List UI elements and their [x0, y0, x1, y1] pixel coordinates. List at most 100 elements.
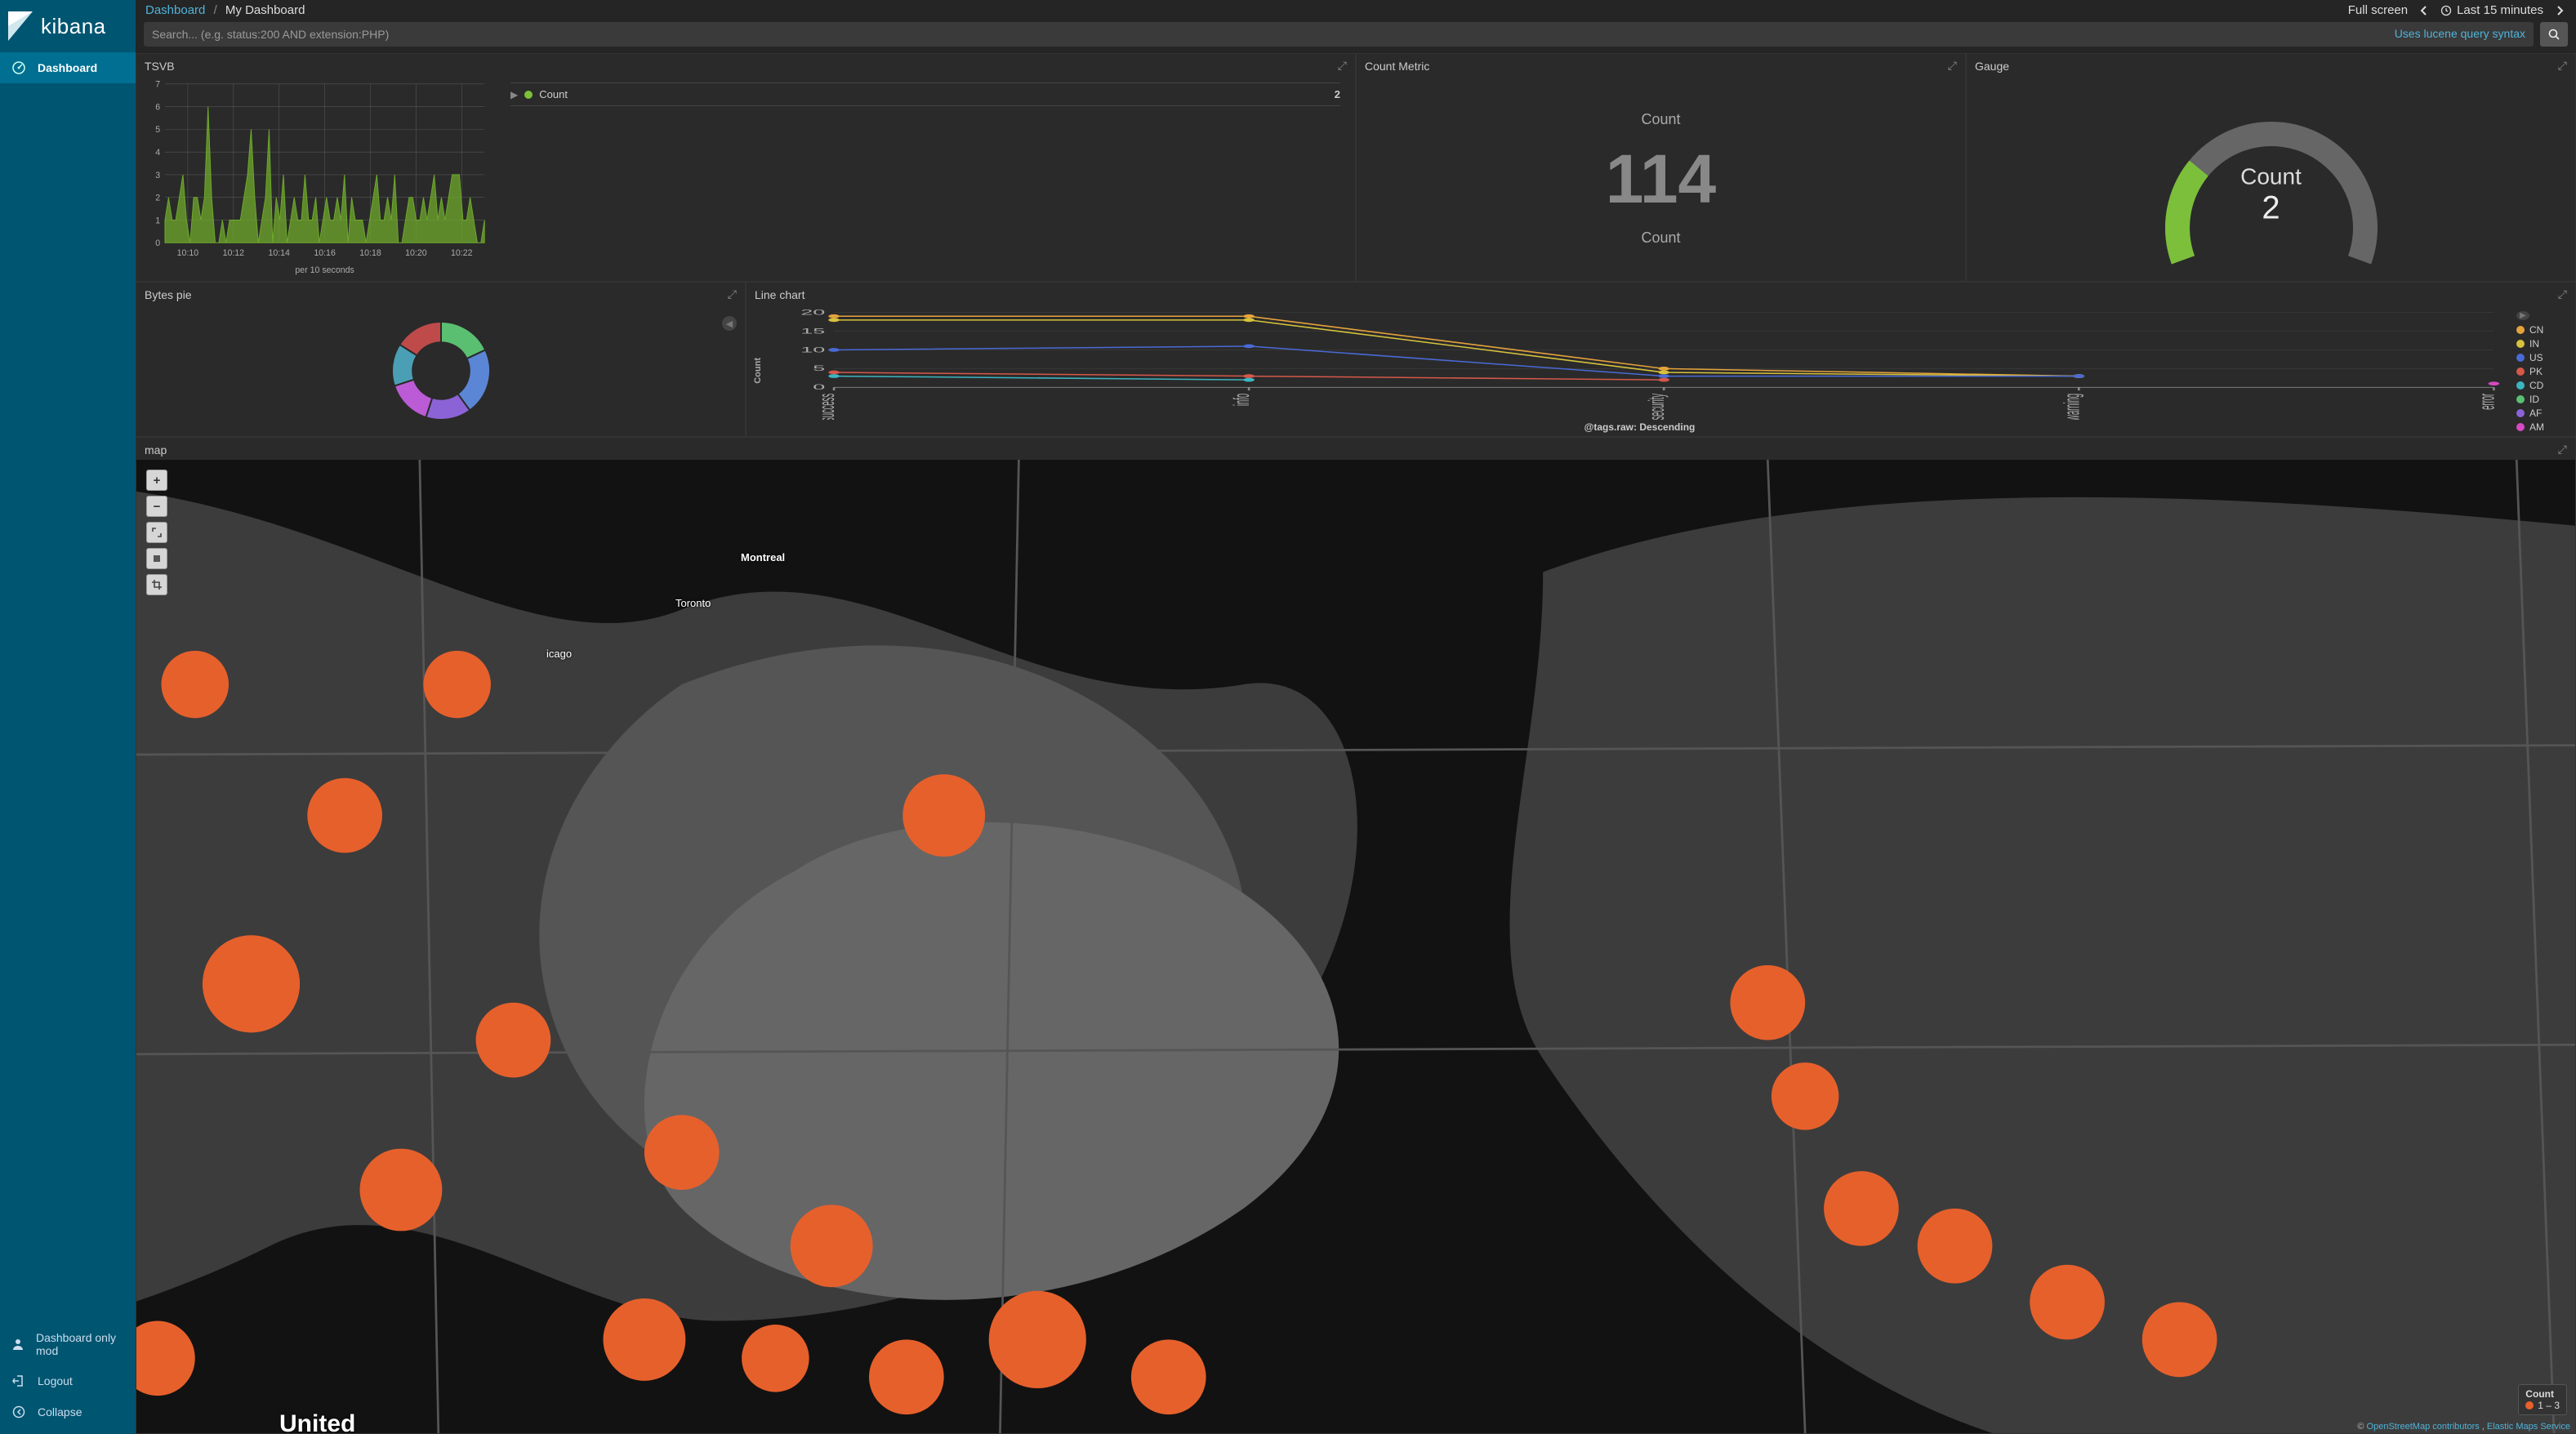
breadcrumb-current: My Dashboard — [225, 3, 305, 17]
osm-link[interactable]: OpenStreetMap contributors — [2367, 1422, 2480, 1432]
panel-title-text: TSVB — [145, 60, 175, 73]
panel-map: map ⤢ — [136, 437, 2576, 1434]
panel-tsvb: TSVB ⤢ 0123456710:1010:1210:1410:1610:18… — [136, 53, 1356, 282]
legend-value: 2 — [1335, 88, 1340, 100]
expand-icon[interactable]: ⤢ — [2558, 59, 2567, 73]
panel-title-text: Count Metric — [1365, 60, 1429, 73]
metric-label-top: Count — [1641, 111, 1680, 128]
nav-item-label: Collapse — [38, 1405, 82, 1418]
line-ylabel: Count — [753, 358, 763, 384]
search-container: Uses lucene query syntax — [144, 22, 2534, 47]
map-svg — [136, 460, 2575, 1433]
gauge-label: Count — [2240, 163, 2302, 189]
legend-item[interactable]: ID — [2516, 394, 2569, 405]
tsvb-legend-row[interactable]: ▶ Count 2 — [510, 82, 1340, 106]
legend-item[interactable]: AF — [2516, 407, 2569, 419]
map-controls: + − — [146, 470, 167, 595]
svg-text:2: 2 — [155, 194, 160, 203]
panel-gauge: Gauge ⤢ Count 2 — [1966, 53, 2576, 282]
legend-item[interactable]: AM — [2516, 421, 2569, 433]
svg-text:security: security — [1646, 393, 1669, 420]
svg-text:0: 0 — [813, 383, 825, 391]
timepicker-label: Last 15 minutes — [2457, 3, 2543, 17]
legend-item[interactable]: CN — [2516, 324, 2569, 336]
dashboard-grid: TSVB ⤢ 0123456710:1010:1210:1410:1610:18… — [136, 53, 2576, 1434]
line-legend: ▶ CNINUSPKCDIDAFAMIP — [2516, 308, 2569, 433]
timepicker-button[interactable]: Last 15 minutes — [2440, 3, 2543, 17]
panel-title: Line chart ⤢ — [747, 283, 2575, 305]
map-body[interactable]: + − Montreal Toronto icago United Count … — [136, 460, 2575, 1433]
expand-icon[interactable]: ⤢ — [1948, 59, 1957, 73]
expand-icon[interactable]: ⤢ — [2558, 287, 2567, 301]
crop-button[interactable] — [146, 574, 167, 595]
svg-text:7: 7 — [155, 80, 160, 90]
nav-item-dashboard-only[interactable]: Dashboard only mod — [0, 1323, 136, 1365]
panel-title-text: Bytes pie — [145, 288, 192, 301]
nav-item-logout[interactable]: Logout — [0, 1365, 136, 1396]
zoom-in-button[interactable]: + — [146, 470, 167, 491]
panel-bytes-pie: Bytes pie ⤢ ◀ — [136, 282, 746, 437]
map-attribution: © OpenStreetMap contributors , Elastic M… — [2357, 1422, 2570, 1432]
gauge-icon — [11, 60, 26, 75]
legend-item[interactable]: IN — [2516, 338, 2569, 350]
svg-text:10:14: 10:14 — [268, 248, 290, 258]
svg-text:10:22: 10:22 — [451, 248, 473, 258]
search-button[interactable] — [2540, 22, 2568, 47]
nav-item-label: Logout — [38, 1374, 73, 1387]
search-row: Uses lucene query syntax — [136, 17, 2576, 53]
gauge-body: Count 2 — [1967, 76, 2575, 281]
legend-swatch — [2516, 409, 2525, 417]
nav-item-dashboard[interactable]: Dashboard — [0, 52, 136, 83]
expand-icon[interactable]: ⤢ — [728, 287, 737, 301]
panel-title: Count Metric ⤢ — [1357, 54, 1965, 76]
legend-label: CD — [2529, 380, 2543, 391]
expand-icon[interactable]: ⤢ — [2558, 443, 2567, 456]
panel-line-chart: Line chart ⤢ Count 05101520successinfose… — [746, 282, 2576, 437]
breadcrumb-root[interactable]: Dashboard — [145, 3, 205, 17]
legend-item[interactable]: PK — [2516, 366, 2569, 377]
svg-text:success: success — [815, 394, 839, 420]
main: Dashboard / My Dashboard Full screen Las… — [136, 0, 2576, 1434]
legend-label: US — [2529, 352, 2543, 363]
svg-text:10:20: 10:20 — [405, 248, 427, 258]
legend-label: IN — [2529, 338, 2539, 350]
chevron-right-icon: ▶ — [510, 89, 518, 100]
box-select-button[interactable] — [146, 548, 167, 569]
legend-item[interactable]: CD — [2516, 380, 2569, 391]
chevron-left-icon[interactable]: ◀ — [722, 316, 737, 331]
metric-body: Count 114 Count — [1357, 76, 1965, 281]
svg-text:10:12: 10:12 — [223, 248, 245, 258]
legend-label: ID — [2529, 394, 2539, 405]
panel-title: Bytes pie ⤢ — [136, 283, 745, 305]
breadcrumb: Dashboard / My Dashboard — [145, 3, 305, 17]
fit-button[interactable] — [146, 522, 167, 543]
sidebar: kibana Dashboard Dashboard only mod Logo… — [0, 0, 136, 1434]
ems-link[interactable]: Elastic Maps Service — [2487, 1422, 2570, 1432]
legend-label: AF — [2529, 407, 2542, 419]
tsvb-legend: ▶ Count 2 — [496, 76, 1355, 281]
expand-icon[interactable]: ⤢ — [1338, 59, 1347, 73]
line-chart[interactable]: 05101520successinfosecuritywarningerror — [768, 308, 2511, 420]
legend-item[interactable]: US — [2516, 352, 2569, 363]
pie-chart[interactable] — [384, 314, 498, 428]
zoom-out-button[interactable]: − — [146, 496, 167, 517]
map-legend-range: 1 – 3 — [2538, 1400, 2560, 1411]
svg-text:15: 15 — [800, 327, 825, 335]
brand: kibana — [0, 0, 136, 52]
legend-label: PK — [2529, 366, 2543, 377]
nav-item-collapse[interactable]: Collapse — [0, 1396, 136, 1427]
lucene-link[interactable]: Uses lucene query syntax — [2395, 27, 2525, 40]
chevron-right-icon[interactable]: ▶ — [2516, 311, 2529, 320]
fullscreen-button[interactable]: Full screen — [2348, 3, 2408, 17]
map-legend[interactable]: Count 1 – 3 — [2518, 1384, 2567, 1415]
timepicker-next-icon[interactable] — [2553, 4, 2566, 17]
panel-title-text: Gauge — [1975, 60, 2009, 73]
svg-text:3: 3 — [155, 171, 160, 180]
svg-text:0: 0 — [155, 238, 160, 248]
search-input[interactable] — [144, 22, 2534, 47]
metric-label-bottom: Count — [1641, 229, 1680, 247]
tsvb-chart[interactable]: 0123456710:1010:1210:1410:1610:1810:2010… — [136, 76, 496, 281]
pie-body: ◀ — [136, 305, 745, 436]
sidebar-bottom: Dashboard only mod Logout Collapse — [0, 1323, 136, 1434]
timepicker-prev-icon[interactable] — [2418, 4, 2431, 17]
